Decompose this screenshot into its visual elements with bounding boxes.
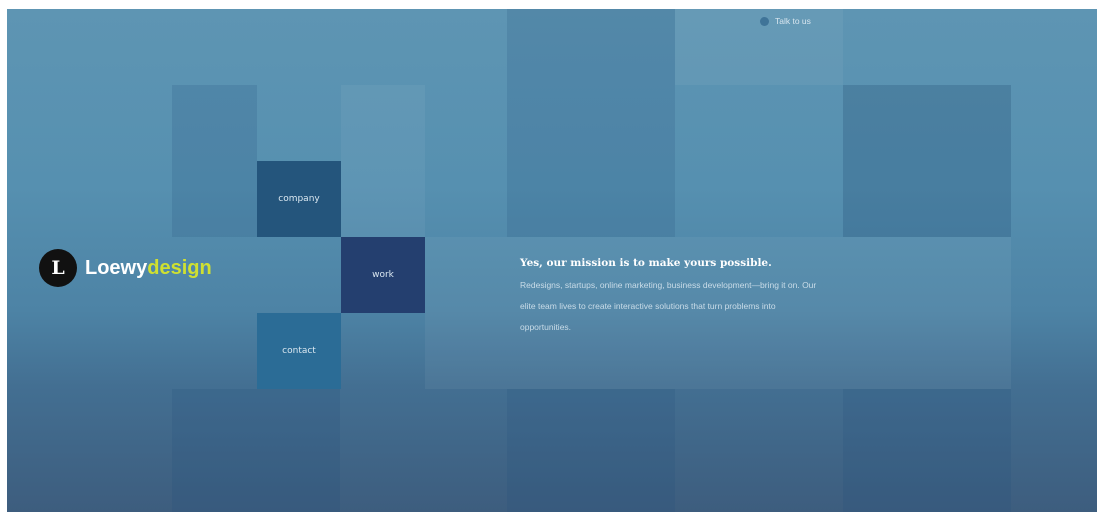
background-tile — [172, 389, 340, 512]
logo-word-accent: design — [147, 256, 212, 279]
mission-body: Redesigns, startups, online marketing, b… — [520, 280, 817, 332]
logo-wordmark: Loewydesign — [85, 257, 212, 280]
background-tile — [675, 9, 843, 85]
mission-heading: Yes, our mission is to make yours possib… — [520, 257, 772, 269]
page-background: Talk to us company work contact L Loewyd… — [7, 9, 1097, 512]
nav-work-label: work — [372, 270, 394, 280]
background-tile — [843, 237, 1011, 389]
nav-company-label: company — [278, 194, 320, 204]
logo-word-primary: Loewy — [85, 256, 148, 279]
background-tile — [341, 85, 425, 237]
talk-to-us-label: Talk to us — [775, 16, 811, 26]
background-tile — [507, 389, 675, 512]
background-tile — [843, 389, 1011, 512]
logo-mark-icon: L — [39, 249, 77, 287]
talk-to-us-link[interactable]: Talk to us — [760, 16, 811, 26]
nav-work-tile[interactable]: work — [341, 237, 425, 313]
mission-block: Yes, our mission is to make yours possib… — [520, 257, 825, 338]
background-tile — [507, 9, 675, 237]
nav-contact-tile[interactable]: contact — [257, 313, 341, 389]
background-tile — [843, 85, 1011, 237]
background-tile — [172, 85, 257, 237]
chat-bubble-icon — [760, 16, 769, 26]
loewy-design-logo[interactable]: L Loewydesign — [39, 249, 212, 287]
nav-company-tile[interactable]: company — [257, 161, 341, 237]
nav-contact-label: contact — [282, 346, 316, 356]
